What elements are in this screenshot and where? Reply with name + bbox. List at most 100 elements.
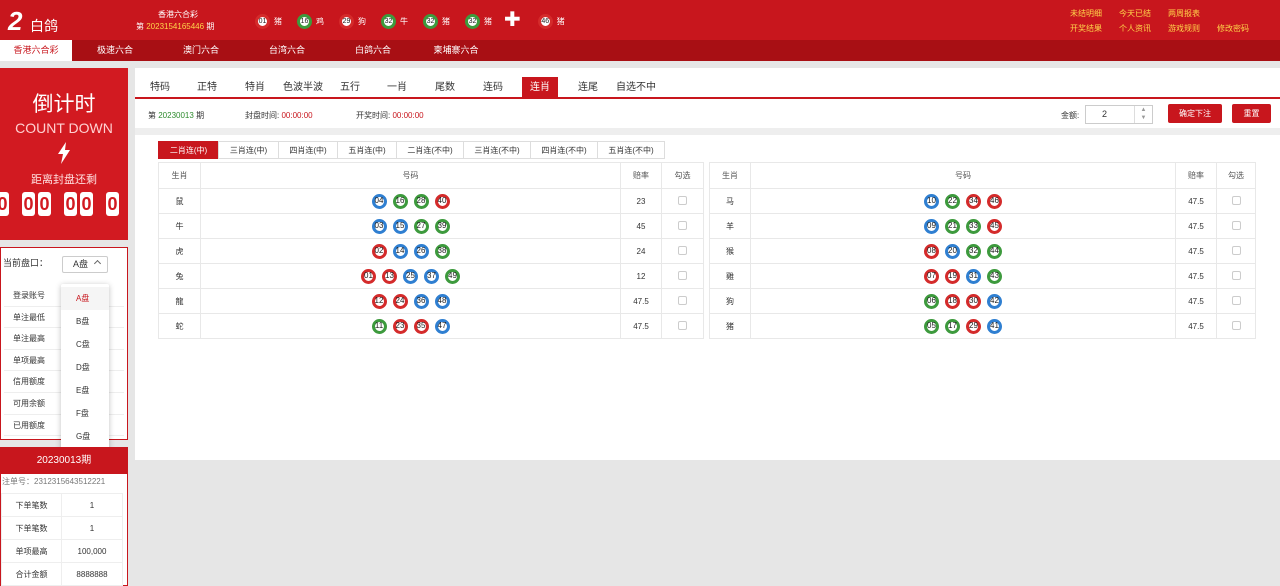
- number-ball: 10: [924, 193, 939, 209]
- tab-zhengte[interactable]: 正特: [197, 77, 217, 97]
- tab-zixuan[interactable]: 自选不中: [616, 77, 656, 97]
- zodiac-cell: 马: [709, 188, 751, 214]
- plate-option-e[interactable]: E盘: [61, 379, 109, 402]
- plate-option-c[interactable]: C盘: [61, 333, 109, 356]
- reset-button[interactable]: 重置: [1232, 104, 1271, 123]
- plate-option-g[interactable]: G盘: [61, 425, 109, 448]
- draw-ball-item: 32 猪: [420, 13, 450, 29]
- numbers-cell: 07 19 31 43: [750, 263, 1176, 289]
- number-ball: 12: [371, 293, 387, 309]
- table-row: 牛 03 15 27 39 45: [158, 213, 704, 239]
- odds-cell: 47.5: [1175, 188, 1217, 214]
- tab-tema[interactable]: 特码: [150, 77, 170, 97]
- numbers-cell: 05 17 29 41: [750, 313, 1176, 339]
- odds-cell: 47.5: [1175, 238, 1217, 264]
- checkbox-cell: [661, 213, 704, 239]
- header-links: 未结明细 今天已结 两周报表 开奖结果 个人资讯 游戏规则 修改密码: [1070, 8, 1266, 34]
- draw-ball-item: 16 鸡: [294, 13, 324, 29]
- link-unsettled[interactable]: 未结明细: [1070, 8, 1119, 19]
- nav-item-speed[interactable]: 极速六合: [72, 40, 158, 61]
- select-checkbox[interactable]: [1231, 295, 1241, 305]
- countdown-digit: 0: [0, 192, 9, 216]
- number-ball: 02: [371, 243, 387, 259]
- select-checkbox[interactable]: [678, 270, 687, 280]
- header-zodiac: 生肖: [709, 162, 751, 189]
- select-checkbox[interactable]: [678, 195, 687, 205]
- tab-weishu[interactable]: 尾数: [435, 77, 455, 97]
- special-ball: 46: [537, 13, 553, 29]
- tab-lianma[interactable]: 连码: [483, 77, 503, 97]
- draw-ball-item: 32 牛: [378, 13, 408, 29]
- plate-option-a[interactable]: A盘: [61, 287, 109, 310]
- number-ball: 06: [924, 293, 939, 309]
- numbers-cell: 02 14 26 38: [200, 238, 621, 264]
- lottery-nav: 香港六合彩 极速六合 澳门六合 台湾六合 白鸽六合 柬埔寨六合: [0, 40, 1280, 61]
- nav-item-baige[interactable]: 白鸽六合: [330, 40, 416, 61]
- table-row: 狗 06 18 30 42 47.5: [709, 288, 1256, 314]
- table-row: 兔 01 13 25 37 49 12: [158, 263, 704, 289]
- number-ball: 30: [966, 293, 981, 309]
- subtab-4-lose[interactable]: 四肖连(不中): [530, 141, 598, 159]
- countdown-digit: 0: [22, 192, 35, 216]
- nav-item-taiwan[interactable]: 台湾六合: [244, 40, 330, 61]
- number-ball: 07: [924, 268, 939, 284]
- order-label: 下单笔数: [1, 516, 62, 540]
- select-checkbox[interactable]: [678, 245, 687, 255]
- tab-sebo[interactable]: 色波半波: [283, 77, 323, 97]
- tab-yixiao[interactable]: 一肖: [387, 77, 407, 97]
- amount-stepper[interactable]: ▲ ▼: [1134, 106, 1152, 123]
- subtab-3-win[interactable]: 三肖连(中): [218, 141, 279, 159]
- link-settled-today[interactable]: 今天已结: [1119, 8, 1168, 19]
- select-checkbox[interactable]: [1231, 270, 1241, 280]
- nav-item-macau[interactable]: 澳门六合: [158, 40, 244, 61]
- tab-texiao[interactable]: 特肖: [245, 77, 265, 97]
- countdown-digit: 0: [106, 192, 119, 216]
- plate-select[interactable]: A盘: [62, 256, 108, 273]
- select-checkbox[interactable]: [1231, 220, 1241, 230]
- draw-ball: 32: [465, 13, 480, 29]
- subtab-4-win[interactable]: 四肖连(中): [278, 141, 338, 159]
- select-checkbox[interactable]: [678, 320, 687, 330]
- plate-option-f[interactable]: F盘: [61, 402, 109, 425]
- link-two-week-report[interactable]: 两周报表: [1168, 8, 1217, 19]
- tab-lianxiao[interactable]: 连肖: [522, 77, 558, 97]
- order-row: 下单笔数 1: [1, 516, 123, 540]
- select-checkbox[interactable]: [678, 220, 687, 230]
- tab-lianwei[interactable]: 连尾: [578, 77, 598, 97]
- confirm-bet-button[interactable]: 确定下注: [1168, 104, 1222, 123]
- subtab-2-win[interactable]: 二肖连(中): [158, 141, 219, 159]
- odds-cell: 45: [620, 213, 662, 239]
- number-ball: 04: [371, 193, 387, 209]
- plate-option-d[interactable]: D盘: [61, 356, 109, 379]
- number-ball: 46: [987, 193, 1002, 209]
- number-ball: 11: [371, 318, 387, 334]
- select-checkbox[interactable]: [1231, 195, 1241, 205]
- link-profile[interactable]: 个人资讯: [1119, 23, 1168, 34]
- numbers-cell: 08 20 32 44: [750, 238, 1176, 264]
- table-row: 蛇 11 23 35 47 47.5: [158, 313, 704, 339]
- amount-input[interactable]: 2 ▲ ▼: [1085, 105, 1153, 124]
- select-checkbox[interactable]: [1231, 245, 1241, 255]
- tab-wuxing[interactable]: 五行: [340, 77, 360, 97]
- plate-option-b[interactable]: B盘: [61, 310, 109, 333]
- link-draw-results[interactable]: 开奖结果: [1070, 23, 1119, 34]
- subtab-2-lose[interactable]: 二肖连(不中): [396, 141, 464, 159]
- order-label: 单项最高: [1, 539, 62, 563]
- number-ball: 24: [392, 293, 408, 309]
- select-checkbox[interactable]: [678, 295, 687, 305]
- link-change-password[interactable]: 修改密码: [1217, 23, 1266, 34]
- zodiac-cell: 虎: [158, 238, 201, 264]
- nav-item-hk[interactable]: 香港六合彩: [0, 40, 72, 61]
- number-ball: 48: [434, 293, 450, 309]
- select-checkbox[interactable]: [1231, 320, 1241, 330]
- bar-close: 封盘时间: 00:00:00: [245, 110, 313, 121]
- link-game-rules[interactable]: 游戏规则: [1168, 23, 1217, 34]
- order-title: 20230013期: [1, 448, 127, 474]
- table-header-row: 生肖 号码 赔率 勾选: [709, 162, 1256, 189]
- subtab-5-win[interactable]: 五肖连(中): [337, 141, 397, 159]
- subtab-5-lose[interactable]: 五肖连(不中): [597, 141, 665, 159]
- draw-zodiac: 鸡: [316, 16, 324, 26]
- checkbox-cell: [661, 263, 704, 289]
- nav-item-cambodia[interactable]: 柬埔寨六合: [416, 40, 496, 61]
- subtab-3-lose[interactable]: 三肖连(不中): [463, 141, 531, 159]
